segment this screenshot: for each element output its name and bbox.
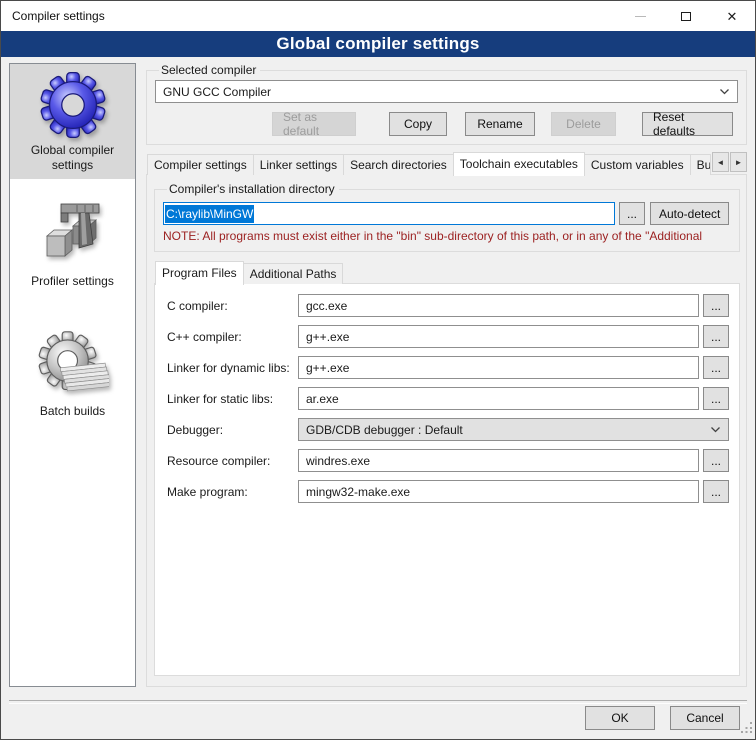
sidebar-item-batch-builds[interactable]: Batch builds xyxy=(10,325,135,425)
selected-compiler-group: Selected compiler GNU GCC Compiler Set a… xyxy=(146,63,747,145)
static-linker-input[interactable]: ar.exe xyxy=(298,387,699,410)
sidebar-item-label: Profiler settings xyxy=(31,274,114,289)
c-compiler-row: C compiler: gcc.exe ... xyxy=(167,294,729,317)
selected-compiler-dropdown[interactable]: GNU GCC Compiler xyxy=(155,80,738,103)
debugger-label: Debugger: xyxy=(167,423,298,437)
cpp-compiler-input[interactable]: g++.exe xyxy=(298,325,699,348)
installation-directory-group: Compiler's installation directory C:\ray… xyxy=(154,182,740,252)
make-program-row: Make program: mingw32-make.exe ... xyxy=(167,480,729,503)
selected-compiler-group-label: Selected compiler xyxy=(159,63,260,77)
static-linker-browse-button[interactable]: ... xyxy=(703,387,729,410)
sidebar-item-label: Batch builds xyxy=(40,404,105,419)
browse-directory-button[interactable]: ... xyxy=(619,202,645,225)
tab-scroll-right-button[interactable]: ► xyxy=(730,152,747,172)
tab-toolchain-executables[interactable]: Toolchain executables xyxy=(453,152,585,176)
cpp-compiler-label: C++ compiler: xyxy=(167,330,298,344)
installation-directory-group-label: Compiler's installation directory xyxy=(167,182,339,196)
tab-scroll-arrows: ◄ ► xyxy=(712,152,747,172)
sidebar-item-global-compiler-settings[interactable]: Global compiler settings xyxy=(10,64,135,179)
copy-button[interactable]: Copy xyxy=(389,112,447,136)
resource-compiler-input[interactable]: windres.exe xyxy=(298,449,699,472)
resource-compiler-label: Resource compiler: xyxy=(167,454,298,468)
installation-directory-value: C:\raylib\MinGW xyxy=(165,205,254,223)
rename-button[interactable]: Rename xyxy=(465,112,535,136)
titlebar[interactable]: Compiler settings ✕ xyxy=(1,1,755,31)
resource-compiler-browse-button[interactable]: ... xyxy=(703,449,729,472)
compiler-settings-window: Compiler settings ✕ Global compiler sett… xyxy=(0,0,756,740)
caliper-icon xyxy=(37,200,109,272)
auto-detect-button[interactable]: Auto-detect xyxy=(650,202,729,225)
delete-button: Delete xyxy=(551,112,616,136)
ok-button[interactable]: OK xyxy=(585,706,655,730)
static-linker-row: Linker for static libs: ar.exe ... xyxy=(167,387,729,410)
programs-tabstrip: Program Files Additional Paths xyxy=(154,261,740,284)
tab-search-directories[interactable]: Search directories xyxy=(343,154,454,175)
tab-compiler-settings[interactable]: Compiler settings xyxy=(147,154,254,175)
make-program-label: Make program: xyxy=(167,485,298,499)
tab-scroll-left-button[interactable]: ◄ xyxy=(712,152,729,172)
c-compiler-input[interactable]: gcc.exe xyxy=(298,294,699,317)
sidebar-item-profiler-settings[interactable]: Profiler settings xyxy=(10,195,135,295)
maximize-icon xyxy=(681,12,691,21)
toolchain-executables-page: Compiler's installation directory C:\ray… xyxy=(146,174,747,687)
dialog-footer: OK Cancel xyxy=(1,700,755,739)
c-compiler-label: C compiler: xyxy=(167,299,298,313)
cpp-compiler-row: C++ compiler: g++.exe ... xyxy=(167,325,729,348)
tab-build-options[interactable]: Build options xyxy=(690,154,711,175)
gear-stack-icon xyxy=(37,330,109,402)
tab-linker-settings[interactable]: Linker settings xyxy=(253,154,344,175)
maximize-button[interactable] xyxy=(663,1,709,31)
cpp-compiler-browse-button[interactable]: ... xyxy=(703,325,729,348)
reset-defaults-button[interactable]: Reset defaults xyxy=(642,112,733,136)
tab-program-files[interactable]: Program Files xyxy=(155,261,244,285)
static-linker-label: Linker for static libs: xyxy=(167,392,298,406)
minimize-button xyxy=(617,1,663,31)
selected-compiler-value: GNU GCC Compiler xyxy=(163,85,271,99)
gear-blue-icon xyxy=(37,69,109,141)
resource-compiler-row: Resource compiler: windres.exe ... xyxy=(167,449,729,472)
minimize-icon xyxy=(635,16,646,17)
sidebar-item-label: Global compiler settings xyxy=(21,143,125,173)
chevron-down-icon xyxy=(719,88,730,95)
make-program-browse-button[interactable]: ... xyxy=(703,480,729,503)
dynamic-linker-input[interactable]: g++.exe xyxy=(298,356,699,379)
bin-subdirectory-note: NOTE: All programs must exist either in … xyxy=(163,229,731,243)
resize-grip-icon[interactable] xyxy=(740,721,753,737)
close-icon: ✕ xyxy=(727,10,738,23)
c-compiler-browse-button[interactable]: ... xyxy=(703,294,729,317)
installation-directory-input[interactable]: C:\raylib\MinGW xyxy=(163,202,615,225)
category-list: Global compiler settings xyxy=(9,63,136,687)
program-files-page: C compiler: gcc.exe ... C++ compiler: g+… xyxy=(154,283,740,676)
chevron-down-icon xyxy=(710,426,721,433)
tab-custom-variables[interactable]: Custom variables xyxy=(584,154,691,175)
window-title: Compiler settings xyxy=(1,9,105,23)
set-as-default-button: Set as default xyxy=(272,112,356,136)
debugger-dropdown[interactable]: GDB/CDB debugger : Default xyxy=(298,418,729,441)
dynamic-linker-browse-button[interactable]: ... xyxy=(703,356,729,379)
settings-tabstrip: Compiler settings Linker settings Search… xyxy=(146,152,747,175)
tab-additional-paths[interactable]: Additional Paths xyxy=(243,263,344,284)
debugger-row: Debugger: GDB/CDB debugger : Default xyxy=(167,418,729,441)
dynamic-linker-label: Linker for dynamic libs: xyxy=(167,361,298,375)
dynamic-linker-row: Linker for dynamic libs: g++.exe ... xyxy=(167,356,729,379)
close-button[interactable]: ✕ xyxy=(709,1,755,31)
make-program-input[interactable]: mingw32-make.exe xyxy=(298,480,699,503)
cancel-button[interactable]: Cancel xyxy=(670,706,740,730)
page-title: Global compiler settings xyxy=(1,31,755,57)
